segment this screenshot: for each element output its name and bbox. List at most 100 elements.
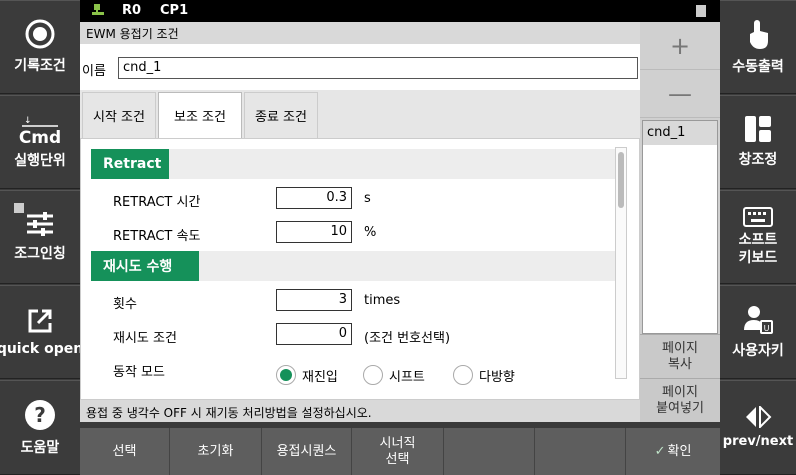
retract-speed-label: RETRACT 속도	[113, 229, 201, 244]
radio-selected-icon	[276, 365, 296, 385]
content-scrollbar[interactable]	[615, 147, 627, 379]
cmd-label: Cmd	[18, 128, 62, 148]
fkey-reset[interactable]: 초기화	[170, 428, 262, 475]
add-button[interactable]: +	[640, 22, 720, 70]
help-button[interactable]: ? 도움말	[0, 380, 80, 475]
confirm-label: 확인	[667, 443, 692, 459]
top-status-bar: R0 CP1	[80, 0, 720, 22]
fkey-synergic-select[interactable]: 시너직 선택	[352, 428, 444, 475]
retry-condition-input[interactable]: 0	[276, 323, 352, 345]
condition-list-column: + — cnd_1 페이지 복사 페이지 붙여넣기	[640, 22, 720, 422]
window-layout-icon	[745, 116, 771, 142]
remove-button[interactable]: —	[640, 70, 720, 118]
touch-hand-icon	[750, 20, 768, 49]
fkey-select[interactable]: 선택	[80, 428, 170, 475]
page-copy-line2: 복사	[668, 356, 692, 372]
status-message: 용접 중 냉각수 OFF 시 재기동 처리방법을 설정하십시오.	[80, 400, 640, 422]
radio-unselected-icon	[453, 365, 473, 385]
user-key-label: 사용자키	[732, 343, 784, 359]
cp-indicator: CP1	[160, 3, 189, 18]
robot-id: R0	[122, 3, 142, 18]
jog-inching-label: 조그인칭	[14, 246, 66, 262]
page-copy-button[interactable]: 페이지 복사	[640, 334, 720, 378]
robot-icon	[92, 4, 104, 15]
retract-speed-unit: %	[364, 225, 377, 240]
soft-keyboard-button[interactable]: 소프트 키보드	[720, 190, 796, 284]
retry-count-unit: times	[364, 293, 401, 308]
mode-radio-multidir[interactable]: 다방향	[453, 365, 515, 385]
record-condition-label: 기록조건	[14, 58, 66, 74]
page-paste-line1: 페이지	[662, 384, 698, 400]
record-condition-button[interactable]: 기록조건	[0, 0, 80, 94]
quick-open-label: quick open	[0, 341, 84, 357]
page-paste-button[interactable]: 페이지 붙여넣기	[640, 378, 720, 422]
soft-keyboard-line1: 소프트	[738, 232, 778, 248]
retry-condition-label: 재시도 조건	[113, 331, 177, 346]
radio-unselected-icon	[363, 365, 383, 385]
user-key-button[interactable]: U 사용자키	[720, 285, 796, 379]
retry-section-title: 재시도 수행	[91, 251, 199, 281]
condition-dialog: 이름 cnd_1 시작 조건 보조 조건 종료 조건 Retract RETRA…	[80, 44, 640, 400]
keyboard-icon	[743, 207, 773, 227]
cmd-unit-button[interactable]: ↓ Cmd 실행단위	[0, 95, 80, 189]
window-adjust-label: 창조정	[738, 152, 778, 168]
record-icon	[25, 19, 55, 49]
mode-reentry-label: 재진입	[302, 369, 338, 385]
svg-text:↓: ↓	[24, 116, 32, 126]
condition-list: cnd_1	[642, 120, 718, 334]
retry-count-input[interactable]: 3	[276, 289, 352, 311]
prev-next-icon	[746, 406, 772, 428]
mode-multidir-label: 다방향	[479, 369, 515, 385]
tab-end-condition[interactable]: 종료 조건	[244, 92, 318, 138]
fkey-empty-5[interactable]	[444, 428, 535, 475]
fkey-synergic-line2: 선택	[385, 451, 410, 467]
retry-count-label: 횟수	[113, 297, 137, 312]
help-icon: ?	[25, 399, 55, 430]
retract-time-input[interactable]: 0.3	[276, 187, 352, 209]
window-adjust-button[interactable]: 창조정	[720, 95, 796, 189]
aux-condition-panel: Retract RETRACT 시간 0.3 s RETRACT 속도 10 %…	[80, 138, 640, 400]
prev-next-label: prev/next	[722, 434, 794, 449]
fkey-empty-6[interactable]	[535, 428, 626, 475]
retract-section-title: Retract	[91, 149, 169, 179]
fkey-confirm[interactable]: ✓ 확인	[626, 428, 720, 475]
jog-indicator	[14, 203, 24, 213]
retract-time-label: RETRACT 시간	[113, 195, 201, 210]
mode-radio-reentry[interactable]: 재진입	[276, 365, 338, 385]
list-item[interactable]: cnd_1	[643, 121, 717, 145]
prev-next-button[interactable]: prev/next	[720, 380, 796, 475]
battery-icon	[696, 5, 706, 17]
page-paste-line2: 붙여넣기	[656, 400, 704, 416]
soft-keyboard-line2: 키보드	[738, 250, 778, 266]
right-side-panel: 수동출력 창조정 소프트 키보드 U 사용자키 prev/next	[720, 0, 796, 475]
open-external-icon	[28, 309, 52, 333]
tab-start-condition[interactable]: 시작 조건	[82, 92, 156, 138]
retry-condition-unit: (조건 번호선택)	[364, 331, 451, 346]
fkey-weld-sequence[interactable]: 용접시퀀스	[262, 428, 352, 475]
left-side-panel: 기록조건 ↓ Cmd 실행단위 조그인칭 quick open ? 도움말	[0, 0, 84, 475]
retract-time-unit: s	[364, 191, 371, 206]
dialog-title: EWM 용접기 조건	[80, 22, 640, 44]
mode-shift-label: 시프트	[389, 369, 425, 385]
tab-aux-condition[interactable]: 보조 조건	[158, 92, 242, 138]
fkey-synergic-line1: 시너직	[379, 435, 416, 451]
svg-text:?: ?	[34, 403, 46, 427]
check-icon: ✓	[654, 443, 666, 459]
manual-output-label: 수동출력	[732, 59, 784, 75]
scrollbar-thumb[interactable]	[618, 152, 624, 208]
help-label: 도움말	[20, 439, 60, 456]
jog-sliders-icon	[27, 212, 53, 236]
function-key-bar: 선택 초기화 용접시퀀스 시너직 선택 ✓ 확인	[80, 428, 720, 475]
tab-bar: 시작 조건 보조 조건 종료 조건	[80, 90, 640, 138]
retract-speed-input[interactable]: 10	[276, 221, 352, 243]
cmd-icon: ↓	[22, 116, 58, 127]
name-field[interactable]: cnd_1	[118, 57, 638, 79]
manual-output-button[interactable]: 수동출력	[720, 0, 796, 94]
jog-inching-button[interactable]: 조그인칭	[0, 190, 80, 284]
exec-unit-label: 실행단위	[14, 153, 66, 169]
quick-open-button[interactable]: quick open	[0, 285, 84, 379]
svg-text:U: U	[764, 324, 770, 333]
user-key-icon: U	[744, 306, 773, 334]
retract-section-band	[91, 149, 617, 179]
mode-radio-shift[interactable]: 시프트	[363, 365, 425, 385]
